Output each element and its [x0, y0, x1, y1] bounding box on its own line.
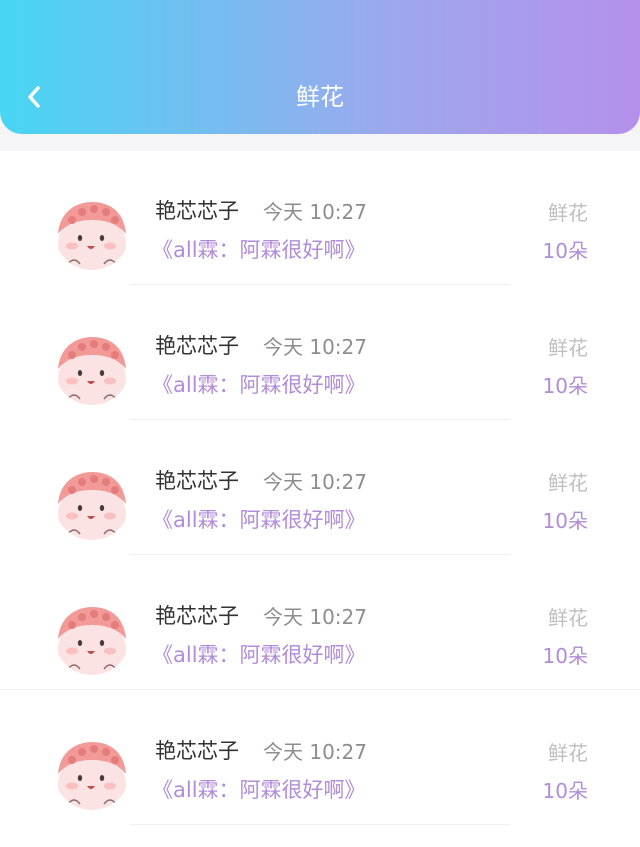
book-title-link[interactable]: 《all霖：阿霖很好啊》 — [152, 640, 366, 670]
gift-type: 鲜花 — [548, 741, 588, 765]
book-title-link[interactable]: 《all霖：阿霖很好啊》 — [152, 370, 366, 400]
row-divider — [130, 419, 510, 420]
book-title-link[interactable]: 《all霖：阿霖很好啊》 — [152, 775, 366, 805]
row-divider — [130, 554, 510, 555]
timestamp: 今天 10:27 — [263, 200, 367, 224]
sender-name: 艳芯芯子 — [155, 739, 239, 763]
gift-type: 鲜花 — [548, 471, 588, 495]
list-item[interactable]: 艳芯芯子 今天 10:27 《all霖：阿霖很好啊》 鲜花 10朵 — [0, 421, 640, 556]
gift-count: 10朵 — [542, 644, 588, 668]
avatar[interactable] — [54, 194, 130, 270]
gift-type: 鲜花 — [548, 201, 588, 225]
list-item[interactable]: 艳芯芯子 今天 10:27 《all霖：阿霖很好啊》 鲜花 10朵 — [0, 286, 640, 421]
gift-count: 10朵 — [542, 239, 588, 263]
timestamp: 今天 10:27 — [263, 740, 367, 764]
book-title-link[interactable]: 《all霖：阿霖很好啊》 — [152, 235, 366, 265]
timestamp: 今天 10:27 — [263, 470, 367, 494]
sender-name: 艳芯芯子 — [155, 334, 239, 358]
avatar[interactable] — [54, 329, 130, 405]
row-divider — [130, 824, 510, 825]
sender-name: 艳芯芯子 — [155, 199, 239, 223]
timestamp: 今天 10:27 — [263, 335, 367, 359]
avatar[interactable] — [54, 599, 130, 675]
gift-count: 10朵 — [542, 509, 588, 533]
row-divider — [130, 284, 510, 285]
list-item[interactable]: 艳芯芯子 今天 10:27 《all霖：阿霖很好啊》 鲜花 10朵 — [0, 151, 640, 286]
list-item[interactable]: 艳芯芯子 今天 10:27 《all霖：阿霖很好啊》 鲜花 10朵 — [0, 556, 640, 691]
header-bar: 鲜花 — [0, 0, 640, 134]
timestamp: 今天 10:27 — [263, 605, 367, 629]
avatar[interactable] — [54, 734, 130, 810]
list-item[interactable]: 艳芯芯子 今天 10:27 《all霖：阿霖很好啊》 鲜花 10朵 — [0, 691, 640, 826]
sender-name: 艳芯芯子 — [155, 604, 239, 628]
book-title-link[interactable]: 《all霖：阿霖很好啊》 — [152, 505, 366, 535]
sender-name: 艳芯芯子 — [155, 469, 239, 493]
avatar[interactable] — [54, 464, 130, 540]
flower-record-list: 艳芯芯子 今天 10:27 《all霖：阿霖很好啊》 鲜花 10朵 艳芯芯子 今… — [0, 151, 640, 847]
gift-count: 10朵 — [542, 779, 588, 803]
page-title: 鲜花 — [296, 83, 344, 111]
gift-count: 10朵 — [542, 374, 588, 398]
row-divider — [0, 689, 640, 690]
gift-type: 鲜花 — [548, 336, 588, 360]
gift-type: 鲜花 — [548, 606, 588, 630]
